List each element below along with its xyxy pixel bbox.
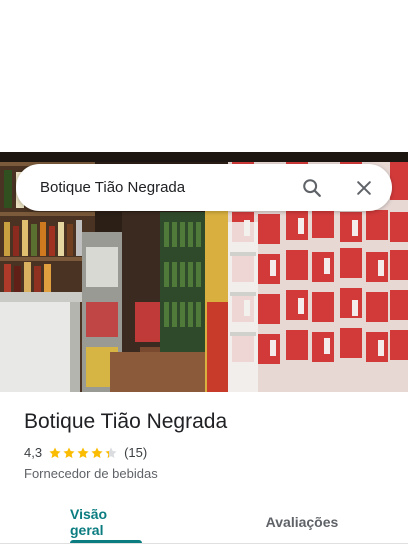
tab-reviews[interactable]: Avaliações — [262, 500, 342, 544]
star-icon — [105, 446, 117, 458]
review-count[interactable]: (15) — [124, 445, 147, 460]
search-bar[interactable]: Botique Tião Negrada — [16, 164, 392, 211]
rating-stars — [48, 446, 118, 460]
place-title: Botique Tião Negrada — [24, 410, 228, 433]
search-button[interactable] — [292, 168, 332, 208]
search-icon — [303, 178, 321, 197]
place-info-panel: Botique Tião Negrada 4,3 (15) Fornecedor… — [0, 392, 408, 544]
star-icon — [77, 446, 89, 458]
clear-search-button[interactable] — [344, 168, 384, 208]
search-input[interactable]: Botique Tião Negrada — [16, 179, 292, 196]
place-category[interactable]: Fornecedor de bebidas — [24, 466, 158, 481]
star-icon — [49, 446, 61, 458]
star-icon — [63, 446, 75, 458]
star-icon — [91, 446, 103, 458]
top-blank-area — [0, 0, 408, 152]
close-icon — [357, 180, 371, 195]
tab-bar: Visão geral Avaliações — [0, 500, 408, 544]
tab-overview[interactable]: Visão geral — [70, 500, 142, 544]
active-tab-indicator — [70, 540, 142, 543]
rating-value: 4,3 — [24, 445, 43, 460]
rating-row[interactable]: 4,3 (15) — [24, 445, 147, 460]
